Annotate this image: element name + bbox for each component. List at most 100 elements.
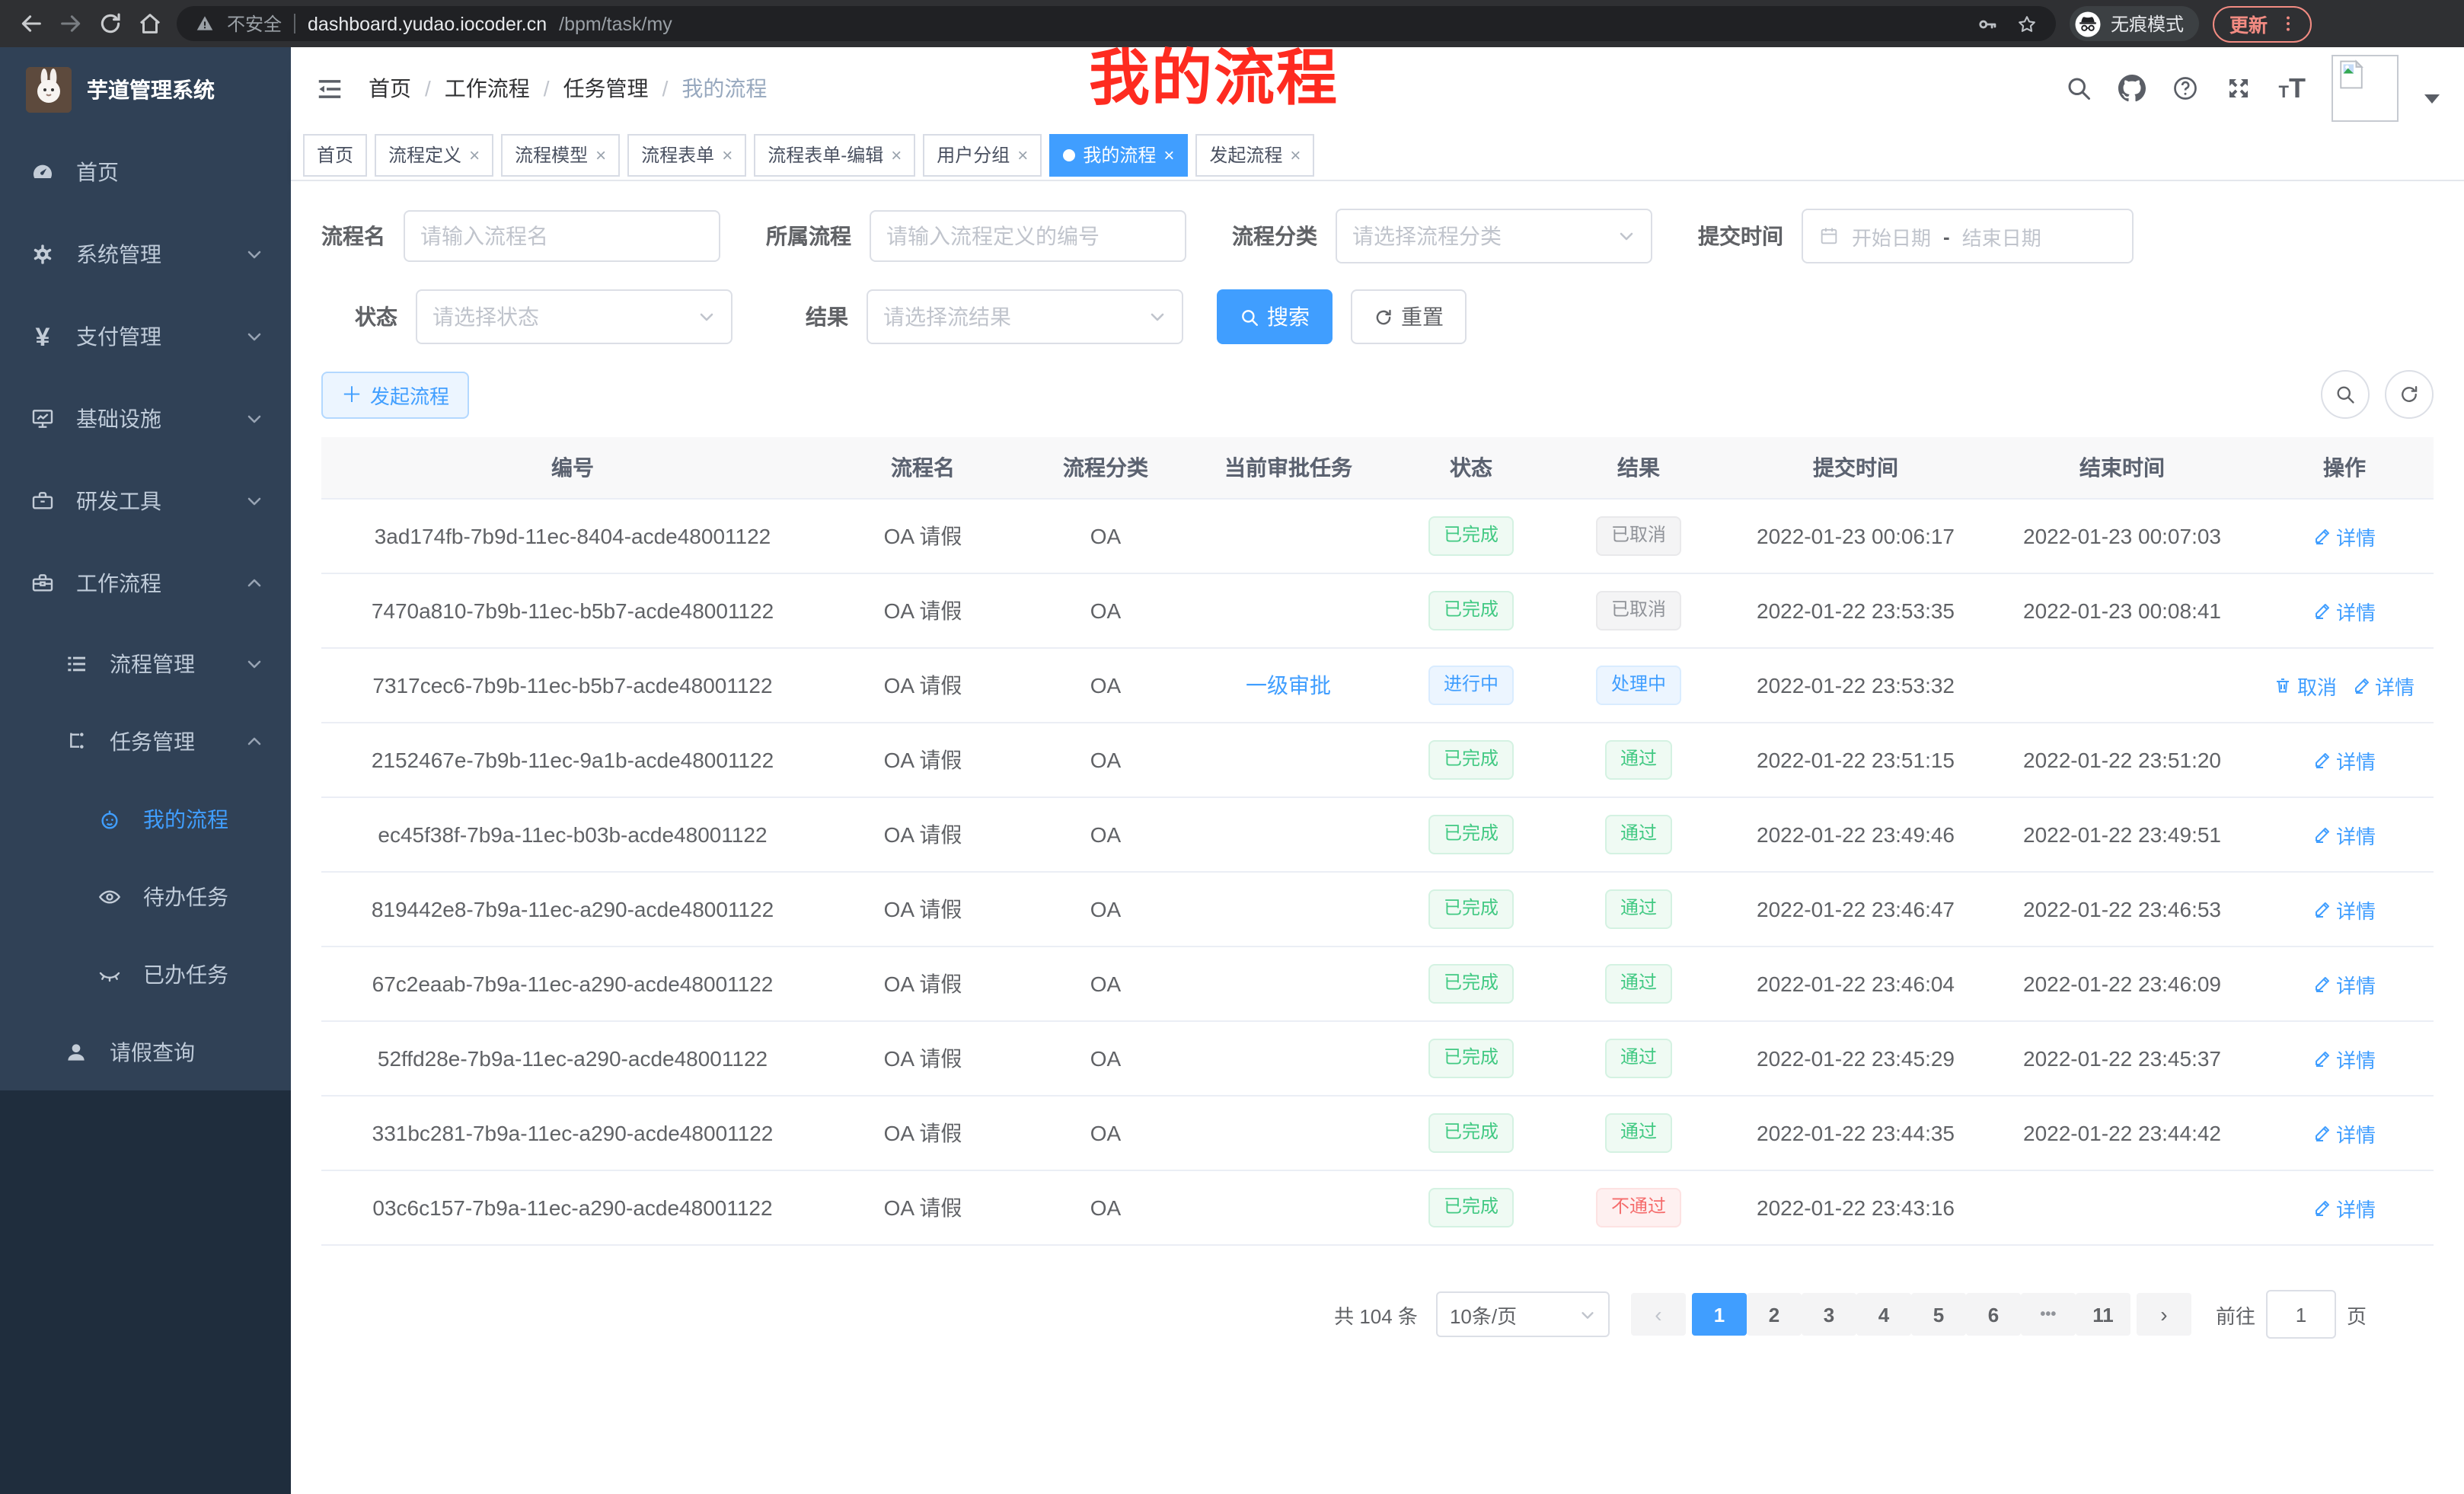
sidebar-item-workflow[interactable]: 工作流程 — [0, 542, 291, 624]
browser-update-button[interactable]: 更新 — [2213, 5, 2312, 42]
refresh-table-button[interactable] — [2385, 370, 2434, 419]
cell-process-name: OA 请假 — [824, 947, 1022, 1021]
tab-7[interactable]: 我的流程× — [1049, 133, 1188, 176]
close-icon[interactable]: × — [1290, 145, 1301, 164]
detail-action[interactable]: 详情 — [2313, 522, 2376, 551]
password-key-icon[interactable] — [1977, 13, 1998, 34]
github-icon[interactable] — [2119, 75, 2146, 102]
tab-2[interactable]: 流程定义× — [375, 133, 493, 176]
avatar-caret-icon[interactable] — [2424, 94, 2440, 104]
home-icon[interactable] — [137, 11, 163, 37]
sidebar-item-process-mgmt[interactable]: 流程管理 — [0, 624, 291, 702]
tab-5[interactable]: 流程表单-编辑× — [754, 133, 915, 176]
tab-4[interactable]: 流程表单× — [627, 133, 746, 176]
tab-6[interactable]: 用户分组× — [923, 133, 1042, 176]
page-button-11[interactable]: 11 — [2076, 1293, 2130, 1336]
more-pages-button[interactable]: ••• — [2021, 1293, 2076, 1336]
close-icon[interactable]: × — [1163, 145, 1174, 164]
tab-8[interactable]: 发起流程× — [1195, 133, 1314, 176]
create-process-button[interactable]: ＋ 发起流程 — [321, 371, 469, 418]
detail-action[interactable]: 详情 — [2313, 820, 2376, 849]
url-path[interactable]: /bpm/task/my — [559, 13, 1964, 34]
address-bar[interactable]: 不安全 dashboard.yudao.iocoder.cn /bpm/task… — [177, 6, 2056, 41]
end-date-placeholder[interactable]: 结束日期 — [1962, 222, 2041, 251]
process-key-input[interactable] — [870, 210, 1186, 262]
cell-category: OA — [1022, 499, 1189, 573]
forward-icon[interactable] — [58, 11, 84, 37]
result-select[interactable]: 请选择流结果 — [867, 289, 1183, 344]
detail-action[interactable]: 详情 — [2313, 745, 2376, 774]
reset-button[interactable]: 重置 — [1351, 289, 1467, 344]
close-icon[interactable]: × — [891, 145, 902, 164]
cell-submit-time: 2022-01-22 23:49:46 — [1722, 797, 1989, 872]
category-label: 流程分类 — [1232, 221, 1317, 251]
cell-result: 通过 — [1555, 947, 1722, 1021]
cell-submit-time: 2022-01-22 23:45:29 — [1722, 1021, 1989, 1096]
show-search-button[interactable] — [2321, 370, 2370, 419]
table-row: 7317cec6-7b9b-11ec-b5b7-acde48001122OA 请… — [321, 648, 2434, 723]
browser-menu-icon[interactable] — [2278, 14, 2298, 34]
close-icon[interactable]: × — [722, 145, 732, 164]
status-select[interactable]: 请选择状态 — [416, 289, 732, 344]
page-button-1[interactable]: 1 — [1692, 1293, 1747, 1336]
detail-action[interactable]: 详情 — [2313, 1193, 2376, 1222]
back-icon[interactable] — [18, 11, 44, 37]
fullscreen-icon[interactable] — [2226, 75, 2253, 102]
tab-3[interactable]: 流程模型× — [501, 133, 620, 176]
page-button-3[interactable]: 3 — [1802, 1293, 1856, 1336]
sidebar-item-infra[interactable]: 基础设施 — [0, 378, 291, 460]
date-range-picker[interactable]: 开始日期 - 结束日期 — [1802, 209, 2134, 263]
incognito-icon — [2074, 10, 2102, 37]
goto-page-input[interactable] — [2266, 1290, 2336, 1339]
sidebar-item-leave-query[interactable]: 请假查询 — [0, 1013, 291, 1090]
detail-action[interactable]: 详情 — [2313, 1119, 2376, 1148]
page-size-select[interactable]: 10条/页 — [1436, 1291, 1610, 1337]
start-date-placeholder[interactable]: 开始日期 — [1852, 222, 1931, 251]
breadcrumb-item[interactable]: 任务管理 — [563, 73, 649, 104]
search-button[interactable]: 搜索 — [1217, 289, 1333, 344]
prev-page-button[interactable]: ‹ — [1631, 1293, 1686, 1336]
help-icon[interactable] — [2172, 75, 2200, 102]
sidebar-item-home[interactable]: 首页 — [0, 131, 291, 213]
sidebar-item-done-tasks[interactable]: 已办任务 — [0, 935, 291, 1013]
detail-action[interactable]: 详情 — [2313, 895, 2376, 924]
process-name-input[interactable] — [404, 210, 720, 262]
result-badge: 通过 — [1605, 740, 1672, 780]
search-icon[interactable] — [2066, 75, 2093, 102]
page-button-4[interactable]: 4 — [1856, 1293, 1911, 1336]
cell-current-task — [1189, 947, 1387, 1021]
sidebar-item-my-process[interactable]: 我的流程 — [0, 780, 291, 857]
sidebar-item-task-mgmt[interactable]: 任务管理 — [0, 702, 291, 780]
breadcrumb-item[interactable]: 首页 — [369, 73, 411, 104]
sidebar-item-todo-tasks[interactable]: 待办任务 — [0, 857, 291, 935]
page-button-2[interactable]: 2 — [1747, 1293, 1802, 1336]
close-icon[interactable]: × — [1017, 145, 1028, 164]
reload-icon[interactable] — [97, 11, 123, 37]
sidebar-toggle-icon[interactable] — [315, 74, 344, 103]
sidebar-item-dev-tools[interactable]: 研发工具 — [0, 460, 291, 542]
close-icon[interactable]: × — [469, 145, 480, 164]
detail-action[interactable]: 详情 — [2313, 1044, 2376, 1073]
detail-action[interactable]: 详情 — [2352, 671, 2415, 700]
close-icon[interactable]: × — [595, 145, 606, 164]
tab-1[interactable]: 首页 — [303, 133, 367, 176]
sidebar-item-system[interactable]: 系统管理 — [0, 213, 291, 295]
sidebar-item-payment[interactable]: ¥支付管理 — [0, 295, 291, 378]
breadcrumb-item[interactable]: 工作流程 — [445, 73, 530, 104]
update-label[interactable]: 更新 — [2229, 9, 2268, 38]
security-label[interactable]: 不安全 — [227, 11, 282, 37]
app-logo[interactable]: 芋道管理系统 — [0, 47, 291, 131]
avatar[interactable] — [2332, 55, 2399, 122]
current-task-link[interactable]: 一级审批 — [1246, 673, 1331, 698]
page-button-6[interactable]: 6 — [1966, 1293, 2021, 1336]
url-host[interactable]: dashboard.yudao.iocoder.cn — [308, 13, 547, 34]
detail-action[interactable]: 详情 — [2313, 969, 2376, 998]
cancel-action[interactable]: 取消 — [2274, 671, 2337, 700]
category-select[interactable]: 请选择流程分类 — [1336, 209, 1652, 263]
page-button-5[interactable]: 5 — [1911, 1293, 1966, 1336]
next-page-button[interactable]: › — [2137, 1293, 2191, 1336]
detail-action[interactable]: 详情 — [2313, 596, 2376, 625]
bookmark-star-icon[interactable] — [2016, 13, 2038, 34]
not-secure-warning-icon[interactable] — [195, 14, 215, 34]
font-size-icon[interactable]: TT — [2279, 75, 2306, 102]
